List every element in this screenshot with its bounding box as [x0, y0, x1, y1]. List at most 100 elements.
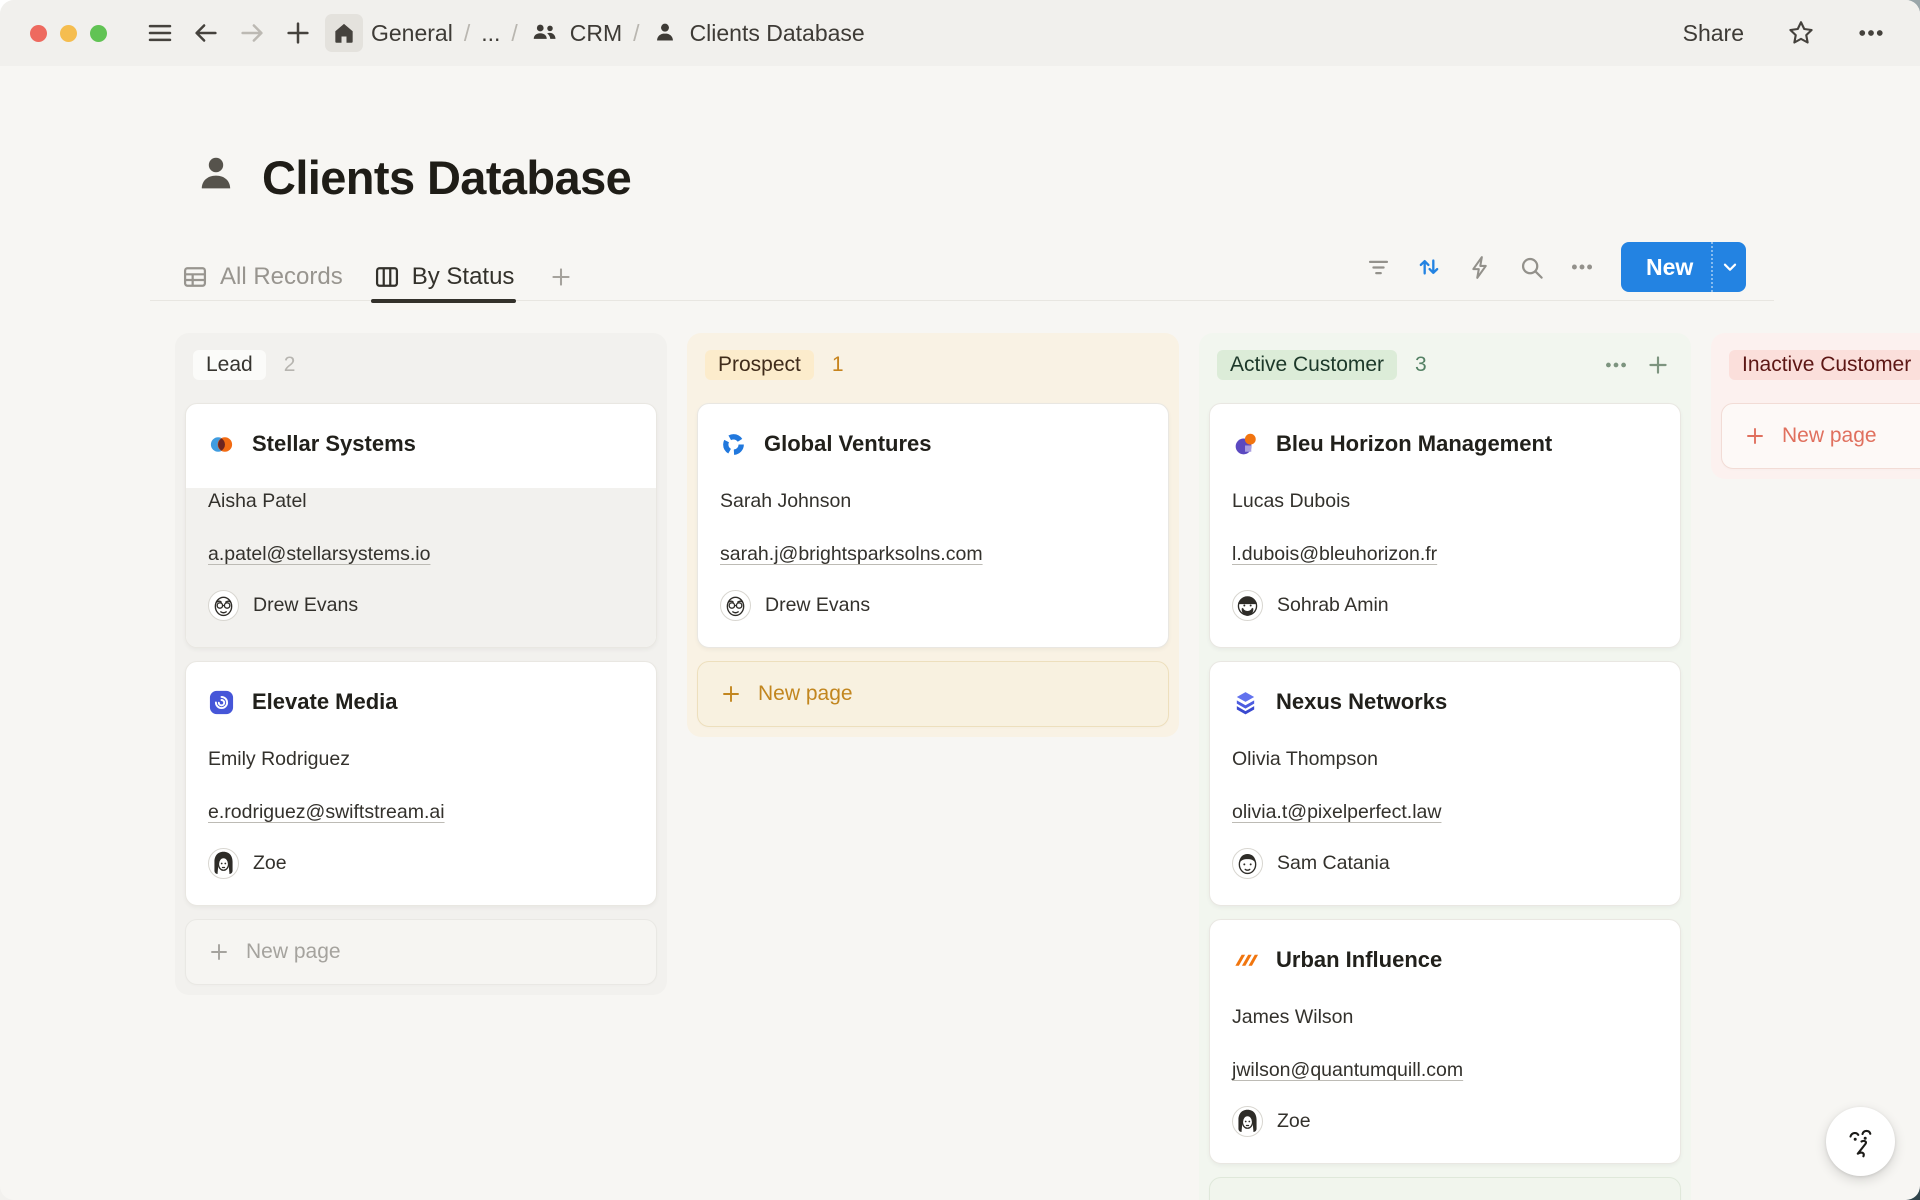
new-page-button[interactable]: New page	[1209, 1177, 1681, 1200]
column-options-button[interactable]	[1601, 350, 1631, 380]
plus-icon	[548, 264, 574, 290]
contact-name: Lucas Dubois	[1232, 488, 1658, 515]
email-link[interactable]: l.dubois@bleuhorizon.fr	[1232, 541, 1437, 568]
client-card[interactable]: Urban Influence James Wilsonjwilson@quant…	[1209, 919, 1681, 1164]
card-properties: Emily Rodrigueze.rodriguez@swiftstream.a…	[186, 746, 656, 905]
card-properties: James Wilsonjwilson@quantumquill.comZoe	[1210, 1004, 1680, 1163]
email-link[interactable]: a.patel@stellarsystems.io	[208, 541, 430, 568]
new-page-button[interactable]: New page	[1721, 403, 1920, 469]
favorite-button[interactable]	[1782, 14, 1820, 52]
filter-button[interactable]	[1356, 245, 1400, 289]
breadcrumb-separator: /	[464, 20, 470, 47]
column-add-card-button[interactable]	[1643, 350, 1673, 380]
column-header: Lead 2	[193, 348, 649, 382]
home-button[interactable]	[325, 14, 363, 52]
column-card-list: Global VenturesSarah Johnsonsarah.j@brig…	[697, 403, 1169, 648]
column-header: Active Customer3	[1217, 348, 1673, 382]
person-icon	[651, 19, 679, 47]
tab-by-status[interactable]: By Status	[373, 253, 515, 301]
stellar-venn-logo-icon	[208, 431, 235, 458]
arrow-right-icon	[237, 18, 267, 48]
column-count: 2	[284, 353, 296, 377]
board-column-lead: Lead 2 Stellar SystemsAisha Patela.patel@s…	[175, 333, 667, 995]
board-column-active-customer: Active Customer3 Bleu Horizon Management L…	[1199, 333, 1691, 1200]
assistant-fab-button[interactable]	[1826, 1107, 1895, 1176]
owner-name: Sam Catania	[1277, 852, 1390, 875]
plus-icon	[283, 18, 313, 48]
column-status-badge[interactable]: Inactive Customer	[1729, 350, 1920, 380]
board-column-inactive-customer: Inactive Customer New page	[1711, 333, 1920, 479]
new-tab-button[interactable]	[279, 14, 317, 52]
sidebar-menu-button[interactable]	[141, 14, 179, 52]
column-header: Prospect 1	[705, 348, 1161, 382]
card-properties: Aisha Patela.patel@stellarsystems.ioDrew…	[186, 488, 656, 647]
search-button[interactable]	[1509, 245, 1553, 289]
tab-label: By Status	[412, 263, 515, 291]
owner-name: Drew Evans	[253, 594, 358, 617]
avatar-sam	[1232, 848, 1263, 879]
email-link[interactable]: sarah.j@brightsparksolns.com	[720, 541, 983, 568]
sort-button[interactable]	[1407, 245, 1451, 289]
owner-row: Sam Catania	[1232, 848, 1658, 879]
new-button-label: New	[1621, 254, 1693, 281]
search-icon	[1518, 254, 1545, 281]
email-link[interactable]: olivia.t@pixelperfect.law	[1232, 799, 1441, 826]
back-button[interactable]	[187, 14, 225, 52]
column-status-badge[interactable]: Active Customer	[1217, 350, 1397, 380]
owner-name: Zoe	[253, 852, 287, 875]
automations-button[interactable]	[1458, 245, 1502, 289]
more-options-button[interactable]	[1852, 14, 1890, 52]
view-toolbar: New	[1356, 242, 1746, 292]
plus-icon	[1743, 424, 1767, 448]
column-card-list: Bleu Horizon Management Lucas Dubois l.dub…	[1209, 403, 1681, 1164]
new-page-button[interactable]: New page	[185, 919, 657, 985]
tab-all-records[interactable]: All Records	[181, 253, 343, 301]
minimize-window-button[interactable]	[60, 25, 77, 42]
email-link[interactable]: e.rodriguez@swiftstream.ai	[208, 799, 445, 826]
nexus-layers-logo-icon	[1232, 689, 1259, 716]
forward-button[interactable]	[233, 14, 271, 52]
zoom-window-button[interactable]	[90, 25, 107, 42]
global-pinwheel-logo-icon	[720, 431, 747, 458]
column-status-badge[interactable]: Prospect	[705, 350, 814, 380]
close-window-button[interactable]	[30, 25, 47, 42]
new-record-button[interactable]: New	[1621, 242, 1746, 292]
column-count: 1	[832, 353, 844, 377]
column-status-badge[interactable]: Lead	[193, 350, 266, 380]
client-card[interactable]: Global VenturesSarah Johnsonsarah.j@brig…	[697, 403, 1169, 648]
new-page-label: New page	[758, 682, 853, 706]
email-link[interactable]: jwilson@quantumquill.com	[1232, 1057, 1463, 1084]
client-card[interactable]: Stellar SystemsAisha Patela.patel@stella…	[185, 403, 657, 648]
new-page-label: New page	[246, 940, 341, 964]
breadcrumb-item-page[interactable]: Clients Database	[690, 20, 865, 47]
card-title: Urban Influence	[1276, 944, 1442, 976]
page-icon-person[interactable]	[192, 151, 240, 204]
client-card[interactable]: Elevate MediaEmily Rodrigueze.rodriguez@…	[185, 661, 657, 906]
kanban-board: Lead 2 Stellar SystemsAisha Patela.patel@s…	[175, 333, 1920, 1200]
card-properties: Olivia Thompsonolivia.t@pixelperfect.law…	[1210, 746, 1680, 905]
owner-row: Zoe	[208, 848, 634, 879]
traffic-lights	[30, 25, 107, 42]
client-card[interactable]: Bleu Horizon Management Lucas Dubois l.dub…	[1209, 403, 1681, 648]
card-title: Bleu Horizon Management	[1276, 428, 1552, 460]
breadcrumb-item-crm[interactable]: CRM	[570, 20, 622, 47]
new-page-button[interactable]: New page	[697, 661, 1169, 727]
new-page-label: New page	[1782, 424, 1877, 448]
avatar-zoe	[1232, 1106, 1263, 1137]
ellipsis-icon	[1568, 253, 1596, 281]
bleu-horizon-logo-icon	[1232, 431, 1259, 458]
tab-label: All Records	[220, 263, 343, 291]
share-button[interactable]: Share	[1677, 16, 1750, 51]
avatar-drew	[720, 590, 751, 621]
filter-icon	[1365, 254, 1392, 281]
sort-arrows-icon	[1415, 253, 1443, 281]
breadcrumb-item-ellipsis[interactable]: ...	[481, 20, 500, 47]
lightning-icon	[1467, 254, 1494, 281]
avatar-zoe	[208, 848, 239, 879]
breadcrumb-item-general[interactable]: General	[371, 20, 453, 47]
chevron-down-icon[interactable]	[1713, 256, 1746, 278]
view-options-button[interactable]	[1560, 245, 1604, 289]
add-view-button[interactable]	[544, 260, 578, 294]
client-card[interactable]: Nexus NetworksOlivia Thompsonolivia.t@pi…	[1209, 661, 1681, 906]
breadcrumb-separator: /	[633, 20, 639, 47]
